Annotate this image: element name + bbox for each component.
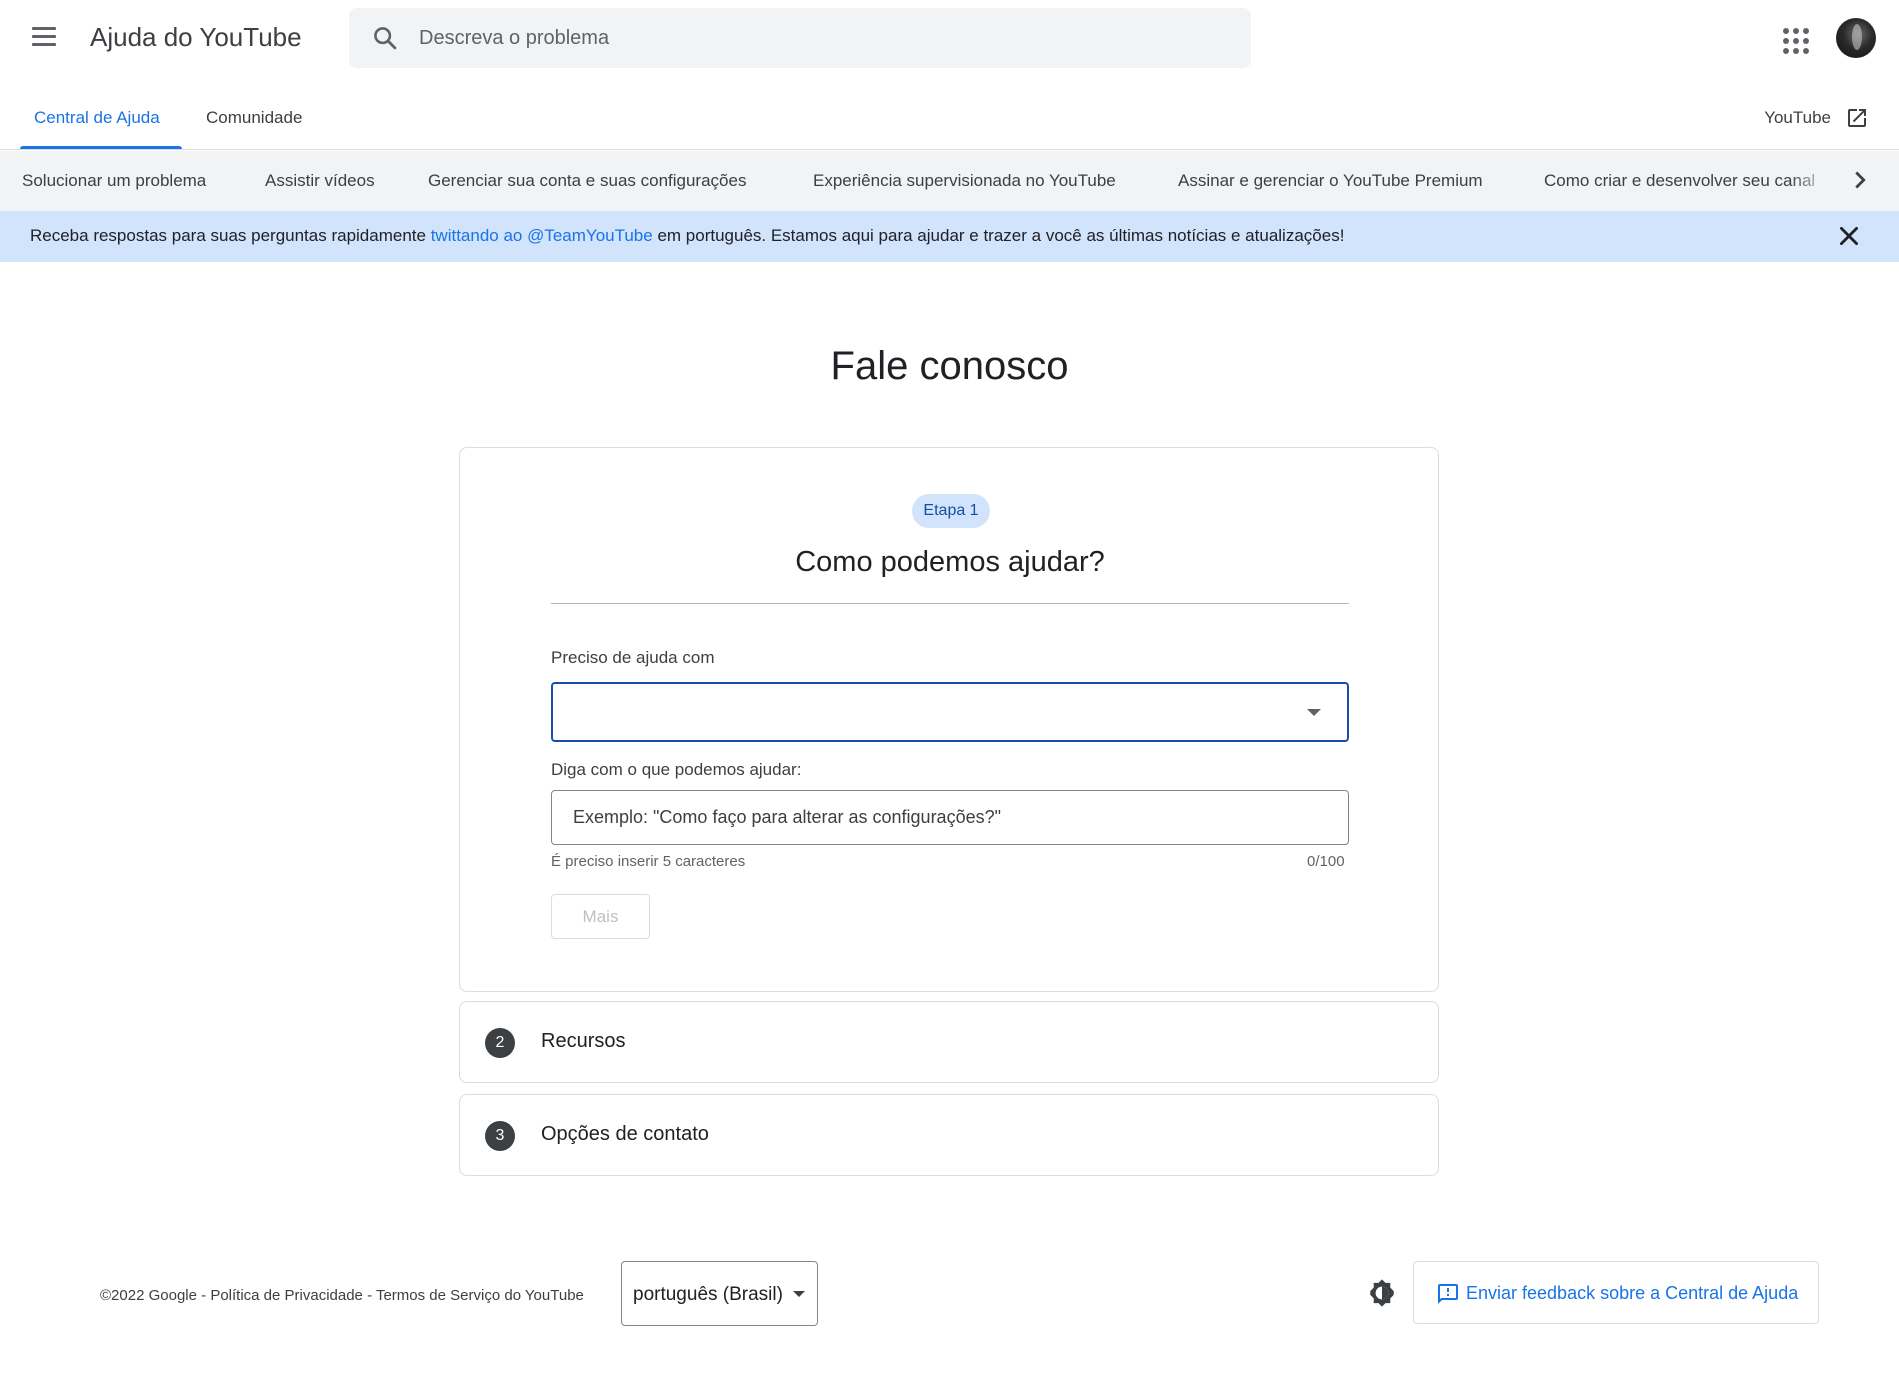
avatar[interactable] <box>1836 18 1876 58</box>
tab-community[interactable]: Comunidade <box>206 108 302 128</box>
copyright: ©2022 Google <box>100 1287 197 1304</box>
announcement-banner: Receba respostas para suas perguntas rap… <box>0 211 1899 262</box>
privacy-policy-link[interactable]: Política de Privacidade <box>210 1287 363 1304</box>
description-hint: É preciso inserir 5 caracteres <box>551 853 746 870</box>
step-number-badge: 2 <box>485 1028 515 1058</box>
footer-links: ©2022 Google - Política de Privacidade -… <box>100 1287 584 1304</box>
banner-text-after: em português. Estamos aqui para ajudar e… <box>652 226 1345 245</box>
category-item[interactable]: Experiência supervisionada no YouTube <box>813 171 1116 191</box>
menu-icon[interactable] <box>26 22 62 56</box>
description-input[interactable] <box>551 790 1349 845</box>
step-number-badge: 3 <box>485 1121 515 1151</box>
category-item[interactable]: Assistir vídeos <box>265 171 375 191</box>
language-select[interactable]: português (Brasil) <box>621 1261 818 1326</box>
footer-separator: - <box>196 1287 211 1304</box>
divider <box>551 603 1349 604</box>
step-1-card: Etapa 1 Como podemos ajudar? Preciso de … <box>459 447 1439 992</box>
banner-text: Receba respostas para suas perguntas rap… <box>30 226 1344 246</box>
step-chip: Etapa 1 <box>912 494 990 528</box>
step-2-resources[interactable]: 2 Recursos <box>459 1001 1439 1083</box>
search-box[interactable] <box>349 8 1251 68</box>
description-label: Diga com o que podemos ajudar: <box>551 760 802 779</box>
category-item[interactable]: Solucionar um problema <box>22 171 206 191</box>
open-in-new-icon <box>1848 109 1866 127</box>
step-title: Como podemos ajudar? <box>795 546 1105 578</box>
feedback-icon <box>1438 1284 1458 1304</box>
category-item[interactable]: Como criar e desenvolver seu canal <box>1544 171 1815 191</box>
terms-of-service-link[interactable]: Termos de Serviço do YouTube <box>376 1287 584 1304</box>
youtube-link-label: YouTube <box>1764 108 1831 127</box>
caret-down-icon <box>1307 709 1321 716</box>
chevron-right-icon[interactable] <box>1845 165 1875 195</box>
character-counter: 0/100 <box>1307 853 1345 870</box>
category-nav: Solucionar um problema Assistir vídeos G… <box>0 151 1899 211</box>
category-item[interactable]: Gerenciar sua conta e suas configurações <box>428 171 746 191</box>
step-label: Opções de contato <box>541 1123 709 1145</box>
banner-twitter-link[interactable]: twittando ao @TeamYouTube <box>431 226 653 245</box>
category-item[interactable]: Assinar e gerenciar o YouTube Premium <box>1178 171 1483 191</box>
category-fade <box>1790 151 1850 211</box>
step-label: Recursos <box>541 1030 626 1052</box>
tab-bar: Central de Ajuda Comunidade YouTube <box>0 78 1899 150</box>
help-page: Ajuda do YouTube Central de Ajuda Comuni… <box>0 0 1899 1391</box>
brightness-icon[interactable] <box>1366 1277 1398 1309</box>
tab-active-indicator <box>20 146 182 149</box>
send-feedback-button[interactable]: Enviar feedback sobre a Central de Ajuda <box>1413 1261 1819 1324</box>
top-app-bar: Ajuda do YouTube <box>0 0 1899 78</box>
help-topic-label: Preciso de ajuda com <box>551 648 715 667</box>
step-3-contact-options[interactable]: 3 Opções de contato <box>459 1094 1439 1176</box>
language-value: português (Brasil) <box>633 1284 783 1305</box>
close-icon[interactable] <box>1836 223 1862 249</box>
apps-grid-icon[interactable] <box>1780 25 1810 55</box>
feedback-label: Enviar feedback sobre a Central de Ajuda <box>1466 1283 1799 1303</box>
search-icon[interactable] <box>371 24 399 52</box>
caret-down-icon <box>793 1291 805 1297</box>
search-input[interactable] <box>419 8 1219 68</box>
banner-text-before: Receba respostas para suas perguntas rap… <box>30 226 431 245</box>
more-button[interactable]: Mais <box>551 894 650 939</box>
youtube-external-link[interactable]: YouTube <box>1764 106 1869 130</box>
footer-separator: - <box>362 1287 376 1304</box>
help-topic-select[interactable] <box>551 682 1349 742</box>
page-title: Fale conosco <box>830 344 1069 388</box>
tab-help-center[interactable]: Central de Ajuda <box>34 108 160 128</box>
app-title[interactable]: Ajuda do YouTube <box>90 22 302 53</box>
